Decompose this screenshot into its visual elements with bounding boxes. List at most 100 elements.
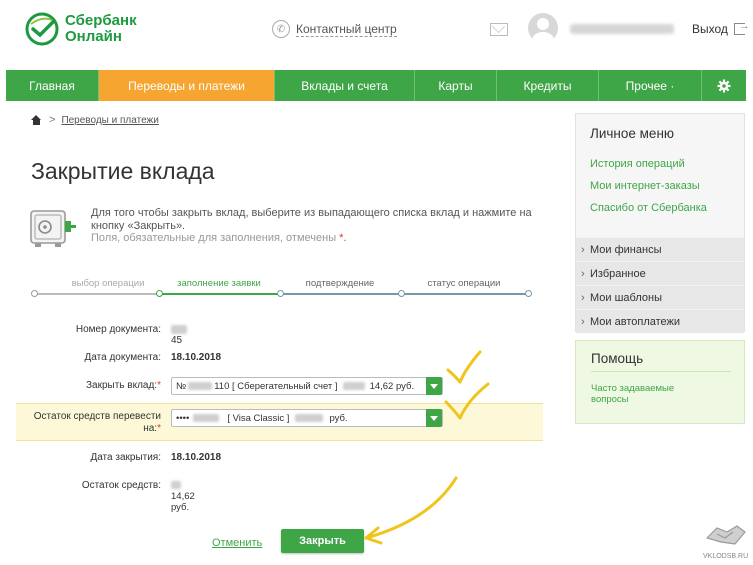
required-star: *. xyxy=(339,232,347,244)
menu-section-finances[interactable]: Мои финансы xyxy=(576,237,744,261)
nav-label: Карты xyxy=(438,78,473,93)
logo-text: Сбербанк Онлайн xyxy=(65,13,137,45)
menu-link-orders[interactable]: Мои интернет-заказы xyxy=(590,180,700,192)
menu-section-templates[interactable]: Мои шаблоны xyxy=(576,285,744,309)
step-line-1 xyxy=(34,293,160,295)
required-note: Поля, обязательные для заполнения, отмеч… xyxy=(91,232,539,245)
close-deposit-select[interactable]: № 110 [ Сберегательный счет ] 14,62 руб. xyxy=(171,377,443,395)
nav-item-other[interactable]: Прочее · xyxy=(599,70,702,101)
blurred-text xyxy=(295,414,324,422)
safe-icon xyxy=(30,210,76,247)
close-deposit-label-text: Закрыть вклад: xyxy=(85,380,158,391)
nav-item-deposits[interactable]: Вклады и счета xyxy=(275,70,415,101)
personal-menu: Личное меню История операций Мои интерне… xyxy=(575,113,745,333)
help-title: Помощь xyxy=(591,351,644,366)
contact-center-link[interactable]: ✆ Контактный центр xyxy=(272,20,397,38)
contact-center-label: Контактный центр xyxy=(296,21,397,37)
step-dot-3 xyxy=(277,290,284,297)
cancel-link[interactable]: Отменить xyxy=(212,537,262,549)
doc-date-value: 18.10.2018 xyxy=(171,352,222,363)
logout-label: Выход xyxy=(692,22,728,36)
step-label-4: статус операции xyxy=(427,278,501,289)
step-dot-5 xyxy=(525,290,532,297)
arrow-icon xyxy=(364,476,458,540)
breadcrumb-separator: > xyxy=(49,114,56,126)
card-mask: •••• xyxy=(176,412,190,424)
mail-icon[interactable] xyxy=(490,23,508,36)
menu-section-autopayments[interactable]: Мои автоплатежи xyxy=(576,309,744,333)
logout-button[interactable]: Выход xyxy=(692,20,750,36)
breadcrumb: > Переводы и платежи xyxy=(31,114,159,126)
deposit-account-type: 110 [ Сберегательный счет ] xyxy=(214,380,338,392)
step-label-2: заполнение заявки xyxy=(177,278,261,289)
help-divider xyxy=(591,371,731,372)
doc-number-label: Номер документа: xyxy=(75,324,161,335)
menu-section-favorites[interactable]: Избранное xyxy=(576,261,744,285)
info-instruction: Для того чтобы закрыть вклад, выберите и… xyxy=(91,207,532,232)
deposit-number-prefix: № xyxy=(176,380,187,392)
transfer-label: Остаток средств перевести на:* xyxy=(22,411,161,435)
nav-item-transfers[interactable]: Переводы и платежи xyxy=(99,70,275,101)
nav-item-credits[interactable]: Кредиты xyxy=(497,70,599,101)
arrow-head-icon xyxy=(364,526,383,545)
doc-number-value: 45 xyxy=(171,324,187,346)
watermark-hands-icon xyxy=(705,525,746,545)
blurred-text xyxy=(171,324,187,334)
nav-item-cards[interactable]: Карты xyxy=(415,70,497,101)
close-button-label: Закрыть xyxy=(299,535,346,547)
step-line-3 xyxy=(281,293,529,295)
card-currency: руб. xyxy=(329,412,348,424)
chevron-down-icon[interactable] xyxy=(426,409,442,427)
doc-date-label: Дата документа: xyxy=(84,352,161,363)
nav-label: Кредиты xyxy=(523,78,572,93)
username-blurred xyxy=(570,24,674,34)
card-type: [ Visa Classic ] xyxy=(227,412,290,424)
chevron-down-icon[interactable] xyxy=(426,377,442,395)
home-icon[interactable] xyxy=(31,115,42,125)
sberbank-logo-icon xyxy=(25,12,59,46)
close-date-value: 18.10.2018 xyxy=(171,452,222,463)
menu-link-history[interactable]: История операций xyxy=(590,158,685,170)
remainder-value: 14,62 руб. xyxy=(171,480,195,513)
breadcrumb-link-transfers[interactable]: Переводы и платежи xyxy=(61,115,158,126)
menu-link-spasibo[interactable]: Спасибо от Сбербанка xyxy=(590,202,707,214)
info-text: Для того чтобы закрыть вклад, выберите и… xyxy=(91,207,539,245)
step-line-2 xyxy=(160,293,281,295)
help-faq-link[interactable]: Часто задаваемые вопросы xyxy=(591,383,701,405)
avatar-head-shape xyxy=(537,18,549,30)
blurred-text xyxy=(171,481,181,490)
avatar[interactable] xyxy=(528,13,558,43)
transfer-label-text: Остаток средств перевести на: xyxy=(33,411,161,434)
blurred-text xyxy=(193,414,220,422)
progress-steps: выбор операции заполнение заявки подтвер… xyxy=(31,276,535,302)
gear-icon xyxy=(717,79,731,92)
step-dot-2 xyxy=(156,290,163,297)
checkmark-icon xyxy=(446,350,482,384)
watermark-text: VKLODSB.RU xyxy=(703,553,749,560)
logo-line-2: Онлайн xyxy=(65,28,122,45)
personal-menu-title: Личное меню xyxy=(590,126,675,141)
nav-label: Прочее · xyxy=(625,78,675,93)
logo-line-1: Сбербанк xyxy=(65,12,137,29)
close-deposit-button[interactable]: Закрыть xyxy=(281,529,364,553)
step-label-1: выбор операции xyxy=(71,278,145,289)
step-dot-4 xyxy=(398,290,405,297)
nav-label: Главная xyxy=(29,78,75,93)
page-title: Закрытие вклада xyxy=(31,158,215,184)
blurred-text xyxy=(342,382,365,390)
help-box: Помощь Часто задаваемые вопросы xyxy=(575,340,745,424)
close-date-label: Дата закрытия: xyxy=(90,452,161,463)
phone-icon: ✆ xyxy=(272,20,290,38)
nav-settings-button[interactable] xyxy=(702,70,746,101)
transfer-to-select[interactable]: •••• [ Visa Classic ] руб. xyxy=(171,409,443,427)
step-label-3: подтверждение xyxy=(305,278,375,289)
remainder-amount: 14,62 руб. xyxy=(171,491,195,513)
doc-number-digits: 45 xyxy=(171,335,183,346)
nav-item-home[interactable]: Главная xyxy=(6,70,99,101)
required-note-text: Поля, обязательные для заполнения, отмеч… xyxy=(91,232,337,244)
sberbank-logo[interactable]: Сбербанк Онлайн xyxy=(25,12,137,46)
main-nav: Главная Переводы и платежи Вклады и счет… xyxy=(6,70,746,101)
watermark: VKLODSB.RU xyxy=(703,520,749,560)
deposit-amount: 14,62 руб. xyxy=(369,380,415,392)
close-deposit-star: * xyxy=(157,380,161,391)
